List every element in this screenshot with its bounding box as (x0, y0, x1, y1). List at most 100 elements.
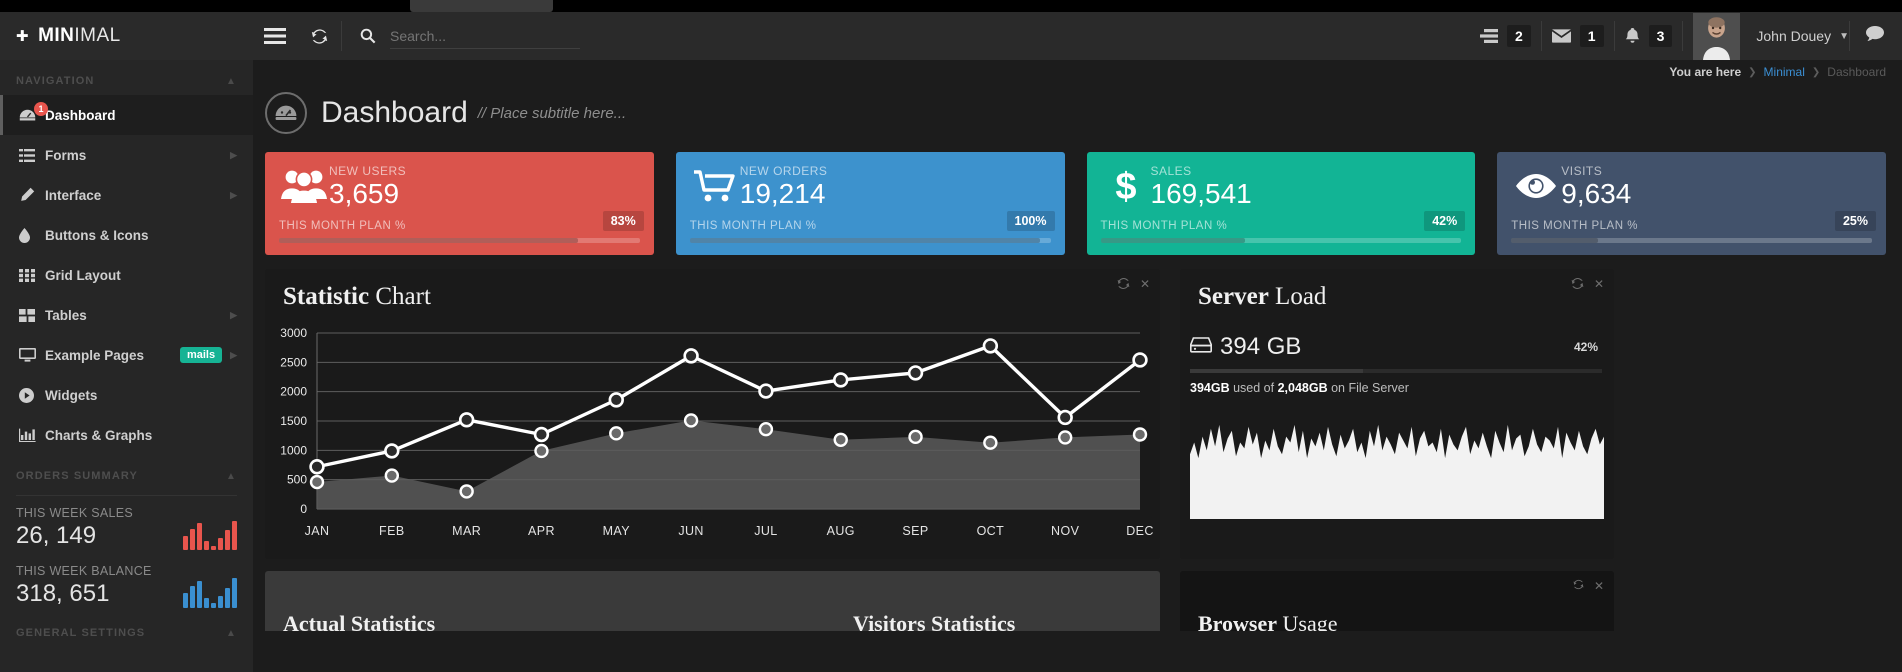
sidebar-item-example-pages[interactable]: Example Pages mails ▶ (0, 335, 253, 375)
sidebar-item-label: Widgets (45, 387, 98, 403)
chevron-right-icon[interactable]: ▶ (230, 150, 237, 161)
chevron-up-icon[interactable]: ▲ (226, 628, 237, 639)
droplet-icon (19, 227, 45, 243)
brand-logo[interactable]: ✚ MIN IMAL (0, 12, 253, 60)
search-input[interactable] (390, 23, 580, 49)
card-progress-track (1511, 238, 1872, 244)
gauge-icon (265, 92, 307, 134)
statistic-chart: 0 500 1000 1500 2000 2500 3000 JAN FEB MAR APR MAY J… (265, 325, 1160, 547)
chevron-up-icon[interactable]: ▲ (226, 471, 237, 482)
card-percent: 42% (1424, 211, 1466, 231)
svg-text:1000: 1000 (280, 443, 307, 457)
brand-light-text: IMAL (74, 25, 121, 46)
tasks-icon (1479, 29, 1498, 43)
messages-indicator[interactable]: 1 (1542, 12, 1614, 60)
stat-cards: NEW USERS 3,659 THIS MONTH PLAN % 83% NE… (253, 134, 1902, 255)
breadcrumb-link[interactable]: Minimal (1764, 65, 1805, 79)
sidebar-item-widgets[interactable]: Widgets (0, 375, 253, 415)
app-screen: ✚ MINIMAL 2 (0, 0, 1902, 672)
svg-text:JUL: JUL (754, 524, 777, 538)
page-title: Dashboard // Place subtitle here... (253, 84, 1902, 134)
browser-tab-stub[interactable] (410, 0, 553, 12)
user-name[interactable]: John Douey (1744, 28, 1839, 44)
refresh-icon[interactable] (1117, 277, 1130, 293)
server-load-sparkline (1180, 407, 1604, 524)
breadcrumb-separator-icon: ❯ (1748, 66, 1757, 78)
svg-text:DEC: DEC (1126, 524, 1154, 538)
tasks-indicator[interactable]: 2 (1470, 12, 1541, 60)
server-load-panel: ✕ Server Load 394 GB 42% 394GB used of 2… (1180, 269, 1614, 559)
card-label: NEW ORDERS (739, 164, 828, 178)
summary-label: THIS WEEK BALANCE (16, 564, 152, 578)
card-value: 169,541 (1150, 178, 1252, 209)
summary-value: 26, 149 (16, 522, 97, 549)
visitors-statistics-title: Visitors Statistics (853, 611, 1016, 631)
card-percent: 100% (1006, 211, 1055, 231)
card-progress-fill (1511, 238, 1598, 244)
header-divider (1682, 21, 1684, 51)
app-header: ✚ MINIMAL 2 (0, 12, 1902, 60)
summary-week-sales: THIS WEEK SALES 26, 149 (0, 496, 253, 554)
panel-title-light: Load (1268, 283, 1327, 310)
close-icon[interactable]: ✕ (1594, 277, 1604, 293)
refresh-icon[interactable] (297, 12, 341, 60)
notifications-indicator[interactable]: 3 (1615, 12, 1683, 60)
sidebar-item-buttons-icons[interactable]: Buttons & Icons (0, 215, 253, 255)
panel-title-bold: Statistic (283, 283, 370, 310)
chevron-right-icon[interactable]: ▶ (230, 310, 237, 321)
server-capacity-value: 394 GB (1220, 333, 1302, 360)
header-divider (341, 21, 342, 51)
breadcrumb: You are here ❯ Minimal ❯ Dashboard (253, 60, 1902, 84)
card-plan-label: THIS MONTH PLAN % (279, 220, 406, 233)
sidebar-item-dashboard[interactable]: 1 Dashboard (0, 95, 253, 135)
sidebar-item-tables[interactable]: Tables ▶ (0, 295, 253, 335)
breadcrumb-current: Dashboard (1827, 65, 1886, 79)
hamburger-icon[interactable] (253, 12, 297, 60)
close-icon[interactable]: ✕ (1594, 579, 1604, 593)
card-label: NEW USERS (329, 164, 407, 178)
svg-text:1500: 1500 (280, 414, 307, 428)
eye-icon (1511, 171, 1561, 201)
sidebar-item-grid-layout[interactable]: Grid Layout (0, 255, 253, 295)
sidebar-item-label: Grid Layout (45, 267, 121, 283)
table-icon (19, 308, 45, 322)
avatar[interactable] (1693, 12, 1741, 60)
sidebar-item-interface[interactable]: Interface ▶ (0, 175, 253, 215)
stat-card-sales[interactable]: $ SALES 169,541 THIS MONTH PLAN % 42% (1086, 152, 1476, 255)
panel-controls: ✕ (1117, 277, 1150, 293)
grid-icon (19, 268, 45, 282)
stat-card-visits[interactable]: VISITS 9,634 THIS MONTH PLAN % 25% (1497, 152, 1886, 255)
crosshair-icon: ✚ (16, 28, 30, 45)
bar-chart-icon (19, 428, 45, 442)
dashboard-badge: 1 (34, 102, 48, 116)
sidebar-item-forms[interactable]: Forms ▶ (0, 135, 253, 175)
close-icon[interactable]: ✕ (1140, 277, 1150, 293)
chevron-down-icon[interactable]: ▼ (1839, 31, 1849, 42)
browser-usage-title-bold: Browser (1198, 611, 1278, 631)
actual-statistics-title: Actual Statistics (283, 611, 436, 631)
card-plan-label: THIS MONTH PLAN % (689, 220, 817, 233)
svg-text:NOV: NOV (1051, 524, 1080, 538)
chevron-right-icon[interactable]: ▶ (230, 350, 237, 361)
card-label: SALES (1150, 164, 1192, 178)
chat-bubble-icon[interactable] (1850, 25, 1894, 47)
nav-heading-label: NAVIGATION (16, 75, 95, 87)
statistic-chart-panel: ✕ Statistic Chart 0 500 1000 1500 2000 2500 30… (265, 269, 1160, 559)
card-plan-label: THIS MONTH PLAN % (1100, 220, 1228, 233)
hdd-icon (1189, 336, 1213, 358)
svg-text:MAR: MAR (452, 524, 481, 538)
card-progress-track (1100, 238, 1462, 244)
refresh-icon[interactable] (1573, 579, 1584, 593)
sidebar-item-charts-graphs[interactable]: Charts & Graphs (0, 415, 253, 455)
search-icon[interactable] (346, 12, 390, 60)
svg-text:0: 0 (300, 502, 307, 516)
stat-card-new-orders[interactable]: NEW ORDERS 19,214 THIS MONTH PLAN % 100% (675, 152, 1065, 255)
search-area[interactable] (346, 12, 580, 60)
card-label: VISITS (1561, 164, 1603, 178)
chevron-right-icon[interactable]: ▶ (230, 190, 237, 201)
list-icon (19, 148, 45, 162)
stat-card-new-users[interactable]: NEW USERS 3,659 THIS MONTH PLAN % 83% (265, 152, 654, 255)
refresh-icon[interactable] (1571, 277, 1584, 293)
chevron-up-icon[interactable]: ▲ (226, 76, 237, 87)
server-capacity-row: 394 GB 42% (1180, 311, 1614, 361)
